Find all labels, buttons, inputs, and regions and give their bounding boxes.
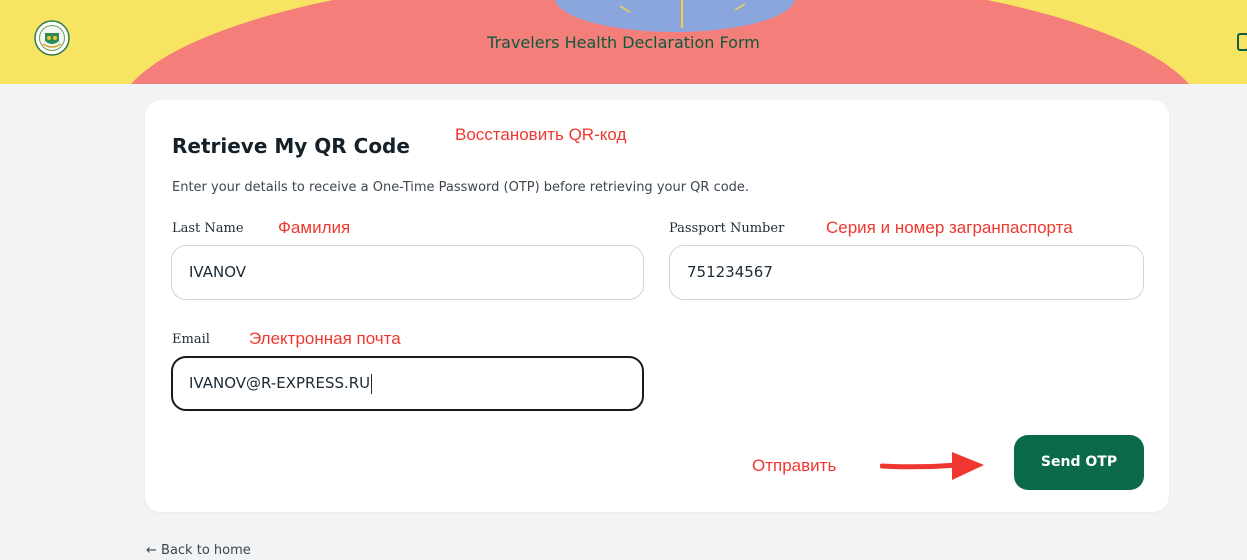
back-to-home-link[interactable]: ← Back to home (146, 543, 251, 558)
annotation-title-ru: Восстановить QR-код (455, 125, 627, 144)
send-otp-button[interactable]: Send OTP (1014, 435, 1144, 490)
retrieve-qr-card: Retrieve My QR Code Enter your details t… (145, 100, 1169, 512)
annotation-submit-ru: Отправить (752, 456, 837, 475)
last-name-label: Last Name (172, 221, 244, 236)
annotation-passport-ru: Серия и номер загранпаспорта (826, 218, 1073, 237)
site-header: Travelers Health Declaration Form (0, 0, 1247, 84)
last-name-input[interactable]: IVANOV (171, 245, 644, 300)
form-description: Enter your details to receive a One-Time… (172, 180, 750, 195)
form-title: Retrieve My QR Code (172, 134, 410, 158)
email-value: IVANOV@R-EXPRESS.RU (189, 374, 371, 392)
red-arrow-icon (880, 452, 984, 480)
annotation-last-name-ru: Фамилия (278, 218, 351, 237)
text-caret (371, 373, 373, 394)
menu-icon[interactable] (1237, 33, 1247, 51)
email-label: Email (172, 332, 210, 347)
email-input[interactable]: IVANOV@R-EXPRESS.RU (171, 356, 644, 411)
last-name-value: IVANOV (189, 263, 247, 281)
annotation-email-ru: Электронная почта (249, 329, 401, 348)
header-title: Travelers Health Declaration Form (487, 33, 760, 52)
passport-number-input[interactable]: 751234567 (669, 245, 1144, 300)
passport-number-value: 751234567 (687, 263, 773, 281)
passport-number-label: Passport Number (669, 221, 785, 236)
